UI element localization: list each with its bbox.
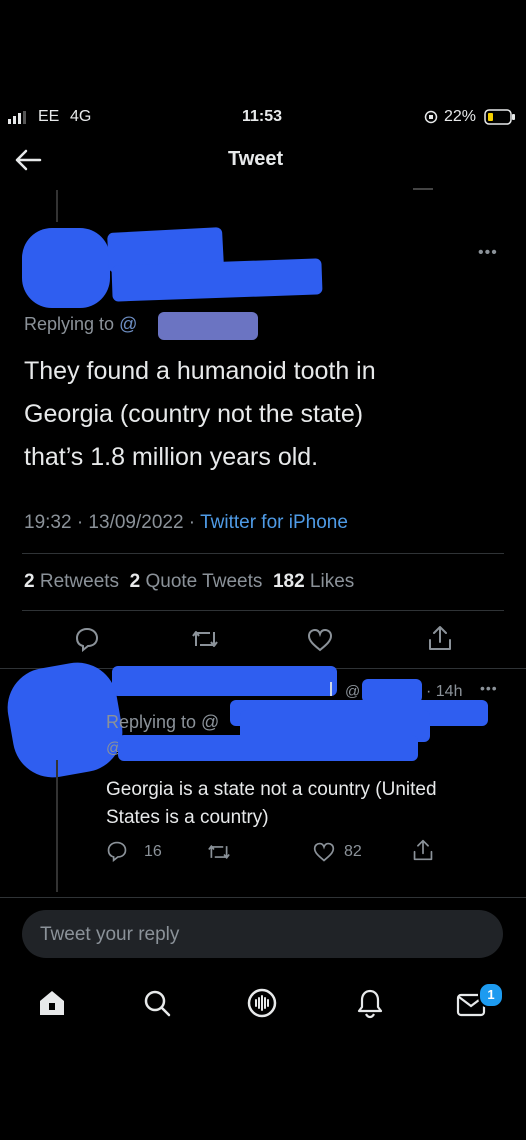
divider-fragment — [413, 188, 433, 190]
reply-like-count: 82 — [344, 843, 362, 860]
signal-icon — [8, 111, 30, 125]
search-icon[interactable] — [142, 988, 172, 1018]
replying-handle[interactable]: @ — [119, 314, 137, 334]
likes-count: 182 — [272, 571, 305, 592]
more-options-icon[interactable]: ••• — [478, 244, 498, 262]
divider — [22, 553, 504, 554]
status-bar: EE 4G 11:53 22% — [0, 104, 526, 130]
retweet-count: 2 — [24, 571, 35, 592]
tweet-line: that’s 1.8 million years old. — [24, 443, 319, 471]
reply-like-icon[interactable] — [312, 841, 336, 863]
retweet-icon[interactable] — [190, 626, 220, 652]
notifications-icon[interactable] — [355, 987, 385, 1019]
divider — [0, 897, 526, 898]
reply-placeholder: Tweet your reply — [40, 924, 180, 945]
page-title: Tweet — [228, 148, 284, 170]
reply-reply-count: 16 — [144, 843, 162, 860]
spaces-icon[interactable] — [246, 987, 278, 1019]
rotation-lock-icon — [424, 110, 438, 124]
tweet-stats: 2 Retweets 2 Quote Tweets 182 Likes — [24, 571, 354, 593]
reply-line: Georgia is a state not a country (United — [106, 779, 437, 800]
reply-replying-to: Replying to @ — [106, 712, 220, 732]
thread-line — [56, 760, 58, 892]
retweet-stat[interactable]: 2 Retweets — [24, 571, 119, 592]
reply-input[interactable]: Tweet your reply — [22, 910, 503, 958]
redacted-handle — [158, 312, 258, 340]
username[interactable] — [111, 258, 323, 302]
carrier-label: EE — [38, 108, 60, 125]
replying-to: Replying to @ — [24, 314, 137, 335]
home-icon[interactable] — [37, 988, 67, 1018]
reply-handle-prefix: @ — [345, 683, 361, 700]
reply-line: States is a country) — [106, 807, 269, 828]
like-icon[interactable] — [306, 627, 334, 653]
share-icon[interactable] — [427, 624, 453, 652]
timestamp: 19:32 · 13/09/2022 · — [24, 512, 201, 533]
redacted-mention — [118, 735, 418, 761]
battery-percent: 22% — [444, 108, 477, 125]
tweet-line: They found a humanoid tooth in — [24, 357, 376, 385]
reply-more-icon[interactable]: ••• — [480, 680, 498, 696]
reply-icon[interactable] — [74, 626, 100, 652]
network-label: 4G — [70, 108, 92, 125]
quote-count: 2 — [129, 571, 141, 592]
tab-bar: 1 — [0, 982, 526, 1026]
verified-fragment — [330, 682, 342, 696]
battery-icon — [484, 109, 516, 125]
replying-prefix: Replying to — [24, 314, 115, 334]
divider — [22, 610, 504, 611]
retweet-label: Retweets — [39, 571, 120, 592]
reply-text: Georgia is a state not a country (United… — [106, 776, 437, 832]
avatar[interactable] — [22, 228, 110, 308]
source-link[interactable]: Twitter for iPhone — [200, 512, 348, 533]
thread-line — [56, 190, 58, 222]
likes-stat[interactable]: 182 Likes — [273, 571, 354, 592]
reply-retweet-icon[interactable] — [206, 841, 232, 863]
likes-label: Likes — [309, 571, 355, 592]
tweet-line: Georgia (country not the state) — [24, 400, 364, 428]
clock: 11:53 — [242, 108, 283, 125]
quote-stat[interactable]: 2 Quote Tweets — [130, 571, 263, 592]
reply-time: · 14h — [426, 683, 463, 700]
tweet-meta: 19:32 · 13/09/2022 · Twitter for iPhone — [24, 512, 348, 534]
tweet-text: They found a humanoid tooth in Georgia (… — [24, 350, 376, 479]
back-arrow-icon[interactable] — [12, 146, 42, 174]
reply-share-icon[interactable] — [412, 838, 434, 862]
quote-label: Quote Tweets — [145, 571, 263, 592]
reply-display-name[interactable] — [112, 666, 337, 696]
messages-badge: 1 — [478, 982, 504, 1008]
reply-reply-icon[interactable] — [106, 840, 128, 862]
